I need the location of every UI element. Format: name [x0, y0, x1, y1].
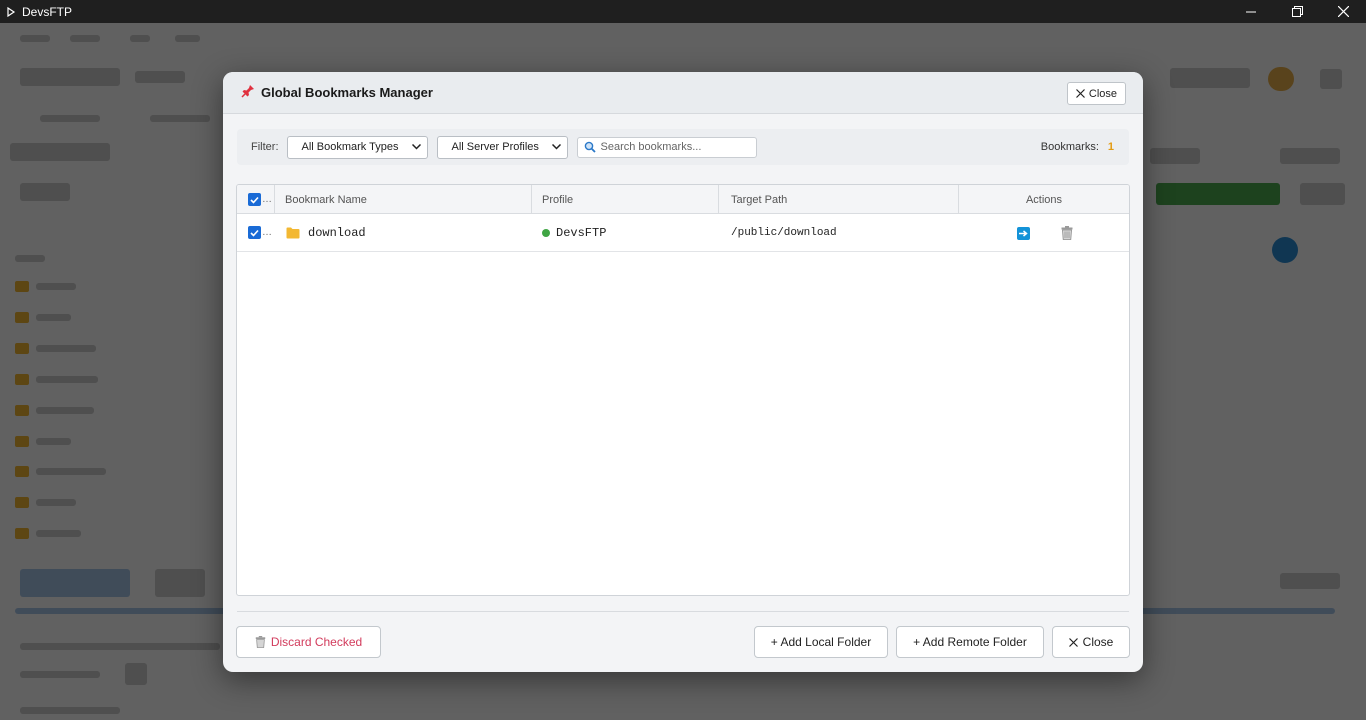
bookmark-type-select[interactable]: All Bookmark Types — [286, 135, 428, 159]
server-profile-select[interactable]: All Server Profiles — [436, 135, 568, 159]
footer-divider — [237, 611, 1129, 612]
trash-icon — [255, 636, 266, 648]
column-profile[interactable]: Profile — [532, 185, 719, 214]
bookmarks-manager-dialog: Global Bookmarks Manager Close Filter: A… — [223, 72, 1143, 672]
minimize-icon — [1246, 11, 1256, 12]
select-all-checkbox[interactable]: … — [237, 185, 275, 214]
target-path: /public/download — [731, 226, 837, 239]
footer-close-label: Close — [1082, 635, 1114, 649]
search-placeholder: Search bookmarks... — [600, 141, 702, 153]
folder-icon — [286, 227, 300, 238]
navigate-arrow-icon[interactable] — [1017, 226, 1030, 240]
header-close-label: Close — [1088, 87, 1117, 100]
trash-icon[interactable] — [1061, 225, 1073, 243]
pin-icon — [241, 84, 255, 101]
add-remote-folder-label: + Add Remote Folder — [913, 635, 1027, 649]
filter-bar: Filter: All Bookmark Types All Server Pr… — [237, 129, 1129, 165]
discard-checked-label: Discard Checked — [270, 635, 363, 649]
table-row[interactable]: … download DevsFTP /public/download — [237, 214, 1129, 252]
close-icon — [1068, 637, 1078, 647]
minimize-button[interactable] — [1228, 0, 1274, 23]
header-close-button[interactable]: Close — [1066, 82, 1126, 105]
restore-button[interactable] — [1274, 0, 1320, 23]
add-local-folder-label: + Add Local Folder — [770, 635, 872, 649]
bookmark-count-label: Bookmarks: — [1040, 141, 1099, 153]
profile-cell: DevsFTP — [532, 214, 719, 252]
column-bookmark-name[interactable]: Bookmark Name — [275, 185, 532, 214]
chevron-down-icon — [411, 144, 421, 150]
bookmark-search-input[interactable]: Search bookmarks... — [576, 136, 757, 158]
app-icon — [0, 6, 22, 17]
dialog-title: Global Bookmarks Manager — [261, 85, 433, 100]
window-titlebar: DevsFTP — [0, 0, 1366, 23]
bookmark-type-value: All Bookmark Types — [301, 141, 399, 153]
bookmark-name-cell: download — [275, 214, 532, 252]
window-title: DevsFTP — [22, 4, 73, 19]
server-profile-value: All Server Profiles — [451, 141, 539, 153]
bookmark-count: Bookmarks: 1 — [1041, 141, 1114, 153]
table-header: … Bookmark Name Profile Target Path Acti… — [237, 185, 1129, 214]
bookmarks-table: … Bookmark Name Profile Target Path Acti… — [236, 184, 1130, 596]
profile-name: DevsFTP — [556, 225, 607, 240]
close-icon — [1075, 89, 1085, 98]
window-close-button[interactable] — [1320, 0, 1366, 23]
row-checkbox[interactable]: … — [237, 214, 275, 252]
bookmark-name: download — [308, 225, 366, 240]
add-remote-folder-button[interactable]: + Add Remote Folder — [896, 626, 1044, 658]
filter-label: Filter: — [251, 141, 279, 153]
discard-checked-button[interactable]: Discard Checked — [236, 626, 381, 658]
checkbox-checked-icon — [248, 226, 261, 239]
restore-icon — [1291, 6, 1303, 17]
target-path-cell: /public/download — [719, 214, 959, 252]
bookmark-count-value: 1 — [1107, 141, 1114, 153]
search-icon — [584, 141, 596, 153]
column-actions: Actions — [1025, 193, 1063, 206]
close-icon — [1337, 6, 1349, 17]
dialog-header: Global Bookmarks Manager Close — [223, 72, 1143, 114]
footer-close-button[interactable]: Close — [1052, 626, 1130, 658]
chevron-down-icon — [551, 144, 561, 150]
profile-status-dot — [542, 228, 550, 237]
add-local-folder-button[interactable]: + Add Local Folder — [754, 626, 888, 658]
checkbox-checked-icon — [248, 193, 261, 206]
column-target-path[interactable]: Target Path — [719, 185, 959, 214]
actions-cell — [959, 214, 1129, 252]
